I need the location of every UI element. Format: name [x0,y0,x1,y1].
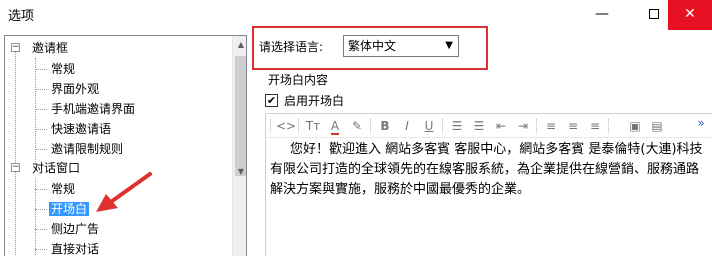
tree-line [35,249,47,250]
toolbar-separator [608,119,609,133]
tree-item-label: 邀请限制规则 [51,142,124,156]
underline-icon[interactable]: U [420,117,438,135]
align-left-icon[interactable]: ≡ [542,117,560,135]
highlight-pen-icon[interactable]: ✎ [348,117,366,135]
chevron-down-icon: ▼ [445,40,453,51]
enable-greeting-label: 启用开场白 [284,94,345,108]
tree-item-side-ad[interactable]: 侧边广告 [51,219,99,239]
font-size-icon[interactable]: Tт [304,117,322,135]
tree-item-label: 侧边广告 [51,222,100,236]
tree-line [35,209,47,210]
tree-scrollbar[interactable]: ▲ ▼ [232,36,246,256]
tree-item-label: 常规 [51,182,76,196]
tree-item-label: 快速邀请语 [51,122,112,136]
image-icon[interactable]: ▣ [626,117,644,135]
greeting-editor[interactable]: <> Tт A ✎ B I U ☰ ☰ ⇤ ⇥ ≡ ≡ ≡ ▣ ▤ » 您好！歡… [265,113,712,256]
enable-greeting-checkbox[interactable]: ✔ [265,94,278,107]
toolbar-separator [270,119,271,133]
media-icon[interactable]: ▤ [648,117,666,135]
toolbar-separator [298,119,299,133]
indent-icon[interactable]: ⇥ [514,117,532,135]
annotation-arrow-icon [96,172,152,212]
ordered-list-icon[interactable]: ☰ [448,117,466,135]
tree-item-greeting[interactable]: 开场白 [49,199,90,219]
tree-item-mobile-invite[interactable]: 手机端邀请界面 [51,99,135,119]
options-tree: − 邀请框 常规 界面外观 手机端邀请界面 快速邀请语 邀请限制规则 − 对话窗… [4,35,247,256]
tree-line [35,189,47,190]
collapse-icon[interactable]: − [11,163,20,172]
close-button[interactable]: ✕ [668,0,712,30]
tree-item-quick-invite[interactable]: 快速邀请语 [51,119,111,139]
editor-toolbar: <> Tт A ✎ B I U ☰ ☰ ⇤ ⇥ ≡ ≡ ≡ ▣ ▤ » [266,114,712,138]
tree-item-label: 直接对话 [51,242,100,256]
tree-line [35,69,47,70]
tree-line [35,89,47,90]
outdent-icon[interactable]: ⇤ [492,117,510,135]
language-select-value: 繁体中文 [348,39,397,53]
section-title: 开场白内容 [268,73,329,87]
tree-item-label: 常规 [51,62,76,76]
minimize-button[interactable]: — [580,0,624,30]
tree-node-label: 对话窗口 [32,161,81,175]
tree-line [35,129,47,130]
greeting-content[interactable]: 您好！歡迎進入 網站多客賓 客服中心，網站多客賓 是泰倫特(大連)科技有限公司打… [270,140,710,200]
toolbar-separator [536,119,537,133]
tree-line [35,58,36,162]
tree-item-appearance[interactable]: 界面外观 [51,79,99,99]
tree-item-label: 开场白 [49,202,90,216]
font-color-icon[interactable]: A [326,117,344,135]
bold-icon[interactable]: B [376,117,394,135]
language-select[interactable]: 繁体中文 ▼ [343,35,459,57]
tree-node-chat-window[interactable]: 对话窗口 [32,158,80,178]
align-center-icon[interactable]: ≡ [564,117,582,135]
toolbar-separator [370,119,371,133]
source-code-icon[interactable]: <> [276,117,296,135]
tree-line [35,149,47,150]
minimize-icon: — [595,6,609,22]
tree-item-label: 界面外观 [51,82,100,96]
language-label: 请选择语言: [259,40,324,54]
more-tools-icon[interactable]: » [692,114,710,132]
tree-item-general[interactable]: 常规 [51,59,75,79]
tree-line [15,44,16,256]
tree-node-invite-box[interactable]: 邀请框 [32,38,68,58]
toolbar-separator [442,119,443,133]
tree-item-direct-chat[interactable]: 直接对话 [51,239,99,256]
tree-line [35,229,47,230]
align-right-icon[interactable]: ≡ [586,117,604,135]
tree-line [35,109,47,110]
close-icon: ✕ [684,6,696,22]
collapse-icon[interactable]: − [11,43,20,52]
tree-item-chat-general[interactable]: 常规 [51,179,75,199]
window-title: 选项 [8,9,35,24]
check-icon: ✔ [266,94,277,107]
scroll-up-icon[interactable]: ▲ [233,36,246,53]
maximize-icon [649,9,659,19]
tree-item-label: 手机端邀请界面 [51,102,136,116]
scroll-thumb[interactable] [235,56,246,176]
tree-node-label: 邀请框 [32,41,69,55]
scroll-down-icon[interactable]: ▼ [233,163,246,180]
unordered-list-icon[interactable]: ☰ [470,117,488,135]
tree-item-invite-rules[interactable]: 邀请限制规则 [51,139,123,159]
italic-icon[interactable]: I [398,117,416,135]
